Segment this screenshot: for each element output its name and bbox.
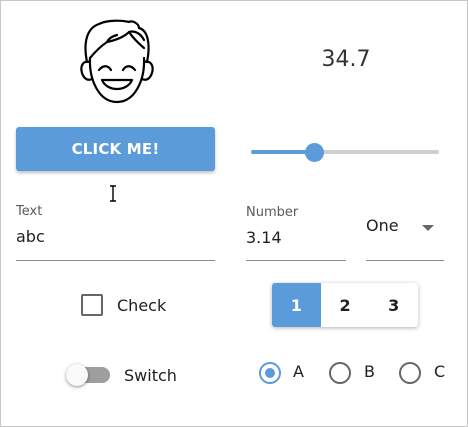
click-me-button[interactable]: CLICK ME! (16, 127, 215, 171)
switch-label: Switch (124, 366, 177, 385)
radio-a-selected-dot (265, 368, 275, 378)
radio-c[interactable] (399, 362, 421, 384)
text-field-value[interactable]: abc (16, 227, 45, 246)
radio-c-label: C (434, 362, 446, 381)
text-field-underline (16, 260, 215, 261)
caret-down-icon (422, 225, 434, 231)
segment-3[interactable]: 3 (369, 283, 418, 327)
number-field-underline (246, 260, 346, 261)
number-field[interactable]: Number 3.14 (246, 205, 346, 263)
check-checkbox[interactable] (81, 294, 103, 316)
segment-1[interactable]: 1 (272, 283, 321, 327)
dropdown-select[interactable]: One (366, 213, 444, 263)
radio-a[interactable] (259, 362, 281, 384)
smiling-face-icon (80, 19, 154, 104)
switch-thumb[interactable] (66, 364, 88, 386)
text-field-label: Text (16, 204, 43, 219)
app-window: 34.7 CLICK ME! Text abc Number 3.14 One … (0, 0, 468, 427)
radio-b-label: B (364, 362, 375, 381)
checkbox-label: Check (117, 296, 167, 315)
text-field[interactable]: Text abc (16, 204, 215, 262)
dropdown-underline (366, 260, 444, 261)
segmented-control: 1 2 3 (272, 283, 418, 327)
radio-a-label: A (293, 362, 304, 381)
dropdown-value: One (366, 216, 399, 235)
text-cursor-icon (110, 185, 116, 202)
value-display: 34.7 (321, 47, 371, 72)
number-field-label: Number (246, 205, 299, 220)
segment-2[interactable]: 2 (321, 283, 370, 327)
value-slider[interactable] (251, 142, 439, 164)
radio-b[interactable] (329, 362, 351, 384)
slider-thumb[interactable] (305, 143, 325, 162)
number-field-value[interactable]: 3.14 (246, 228, 282, 247)
